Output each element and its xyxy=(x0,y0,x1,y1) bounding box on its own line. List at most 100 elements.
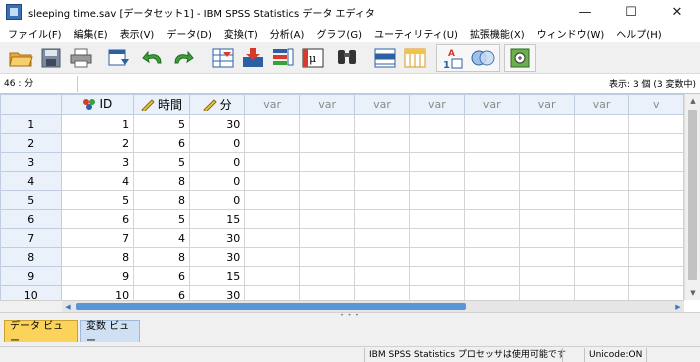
scroll-left-arrow-icon[interactable]: ◀ xyxy=(62,301,74,312)
data-cell[interactable]: 8 xyxy=(133,171,190,191)
data-cell[interactable] xyxy=(628,114,684,134)
data-cell[interactable] xyxy=(408,133,465,153)
data-cell[interactable] xyxy=(518,266,575,286)
data-cell[interactable]: 10 xyxy=(60,285,135,300)
goto-variable-icon[interactable] xyxy=(240,46,266,70)
data-cell[interactable]: 6 xyxy=(60,209,135,229)
data-cell[interactable] xyxy=(573,285,630,300)
menu-window[interactable]: ウィンドウ(W) xyxy=(531,26,611,41)
row-number[interactable]: 6 xyxy=(0,209,62,229)
data-cell[interactable]: 30 xyxy=(188,247,246,267)
maximize-button[interactable]: ☐ xyxy=(608,0,654,24)
data-cell[interactable]: 0 xyxy=(188,190,246,210)
data-cell[interactable] xyxy=(518,114,575,134)
menu-help[interactable]: ヘルプ(H) xyxy=(610,26,667,41)
row-number[interactable]: 8 xyxy=(0,247,62,267)
spell-check-icon[interactable] xyxy=(507,46,533,70)
data-cell[interactable]: 3 xyxy=(60,152,135,172)
data-cell[interactable] xyxy=(354,114,410,134)
column-header-empty[interactable]: var xyxy=(518,94,575,115)
data-cell[interactable] xyxy=(408,190,465,210)
close-button[interactable]: ✕ xyxy=(654,0,700,24)
data-cell[interactable] xyxy=(628,209,684,229)
data-cell[interactable] xyxy=(354,266,410,286)
data-cell[interactable]: 2 xyxy=(60,133,135,153)
data-cell[interactable] xyxy=(244,190,301,210)
menu-extensions[interactable]: 拡張機能(X) xyxy=(464,26,531,41)
column-header-empty[interactable]: var xyxy=(299,94,356,115)
data-cell[interactable] xyxy=(463,247,520,267)
data-cell[interactable] xyxy=(463,266,520,286)
data-cell[interactable] xyxy=(299,285,356,300)
data-cell[interactable] xyxy=(518,228,575,248)
menu-graphs[interactable]: グラフ(G) xyxy=(310,26,368,41)
data-cell[interactable] xyxy=(299,247,356,267)
data-cell[interactable] xyxy=(463,285,520,300)
data-cell[interactable] xyxy=(244,152,301,172)
data-cell[interactable] xyxy=(408,171,465,191)
data-cell[interactable] xyxy=(408,114,465,134)
data-cell[interactable] xyxy=(299,133,356,153)
data-cell[interactable] xyxy=(573,133,630,153)
data-cell[interactable] xyxy=(518,209,575,229)
data-cell[interactable]: 6 xyxy=(133,285,190,300)
data-cell[interactable] xyxy=(518,247,575,267)
menu-file[interactable]: ファイル(F) xyxy=(2,26,68,41)
data-cell[interactable] xyxy=(354,133,410,153)
use-variable-sets-icon[interactable] xyxy=(470,46,496,70)
data-cell[interactable] xyxy=(299,171,356,191)
data-cell[interactable]: 6 xyxy=(133,266,190,286)
data-cell[interactable] xyxy=(628,266,684,286)
vertical-scroll-thumb[interactable] xyxy=(688,110,697,280)
find-icon[interactable] xyxy=(334,46,360,70)
scroll-up-arrow-icon[interactable]: ▲ xyxy=(685,94,700,108)
column-header-empty[interactable]: v xyxy=(628,94,684,115)
data-cell[interactable] xyxy=(518,133,575,153)
scroll-right-arrow-icon[interactable]: ▶ xyxy=(672,301,684,312)
data-cell[interactable]: 8 xyxy=(133,247,190,267)
data-cell[interactable] xyxy=(518,152,575,172)
data-cell[interactable] xyxy=(354,228,410,248)
data-cell[interactable] xyxy=(573,209,630,229)
data-cell[interactable] xyxy=(244,114,301,134)
data-cell[interactable]: 9 xyxy=(60,266,135,286)
data-cell[interactable] xyxy=(573,114,630,134)
redo-icon[interactable] xyxy=(170,46,196,70)
data-cell[interactable] xyxy=(408,266,465,286)
data-cell[interactable] xyxy=(244,228,301,248)
data-cell[interactable] xyxy=(463,152,520,172)
menu-analyze[interactable]: 分析(A) xyxy=(264,26,311,41)
data-cell[interactable] xyxy=(518,285,575,300)
row-number[interactable]: 9 xyxy=(0,266,62,286)
data-cell[interactable] xyxy=(408,247,465,267)
data-cell[interactable]: 7 xyxy=(60,228,135,248)
insert-variable-icon[interactable] xyxy=(402,46,428,70)
row-number[interactable]: 1 xyxy=(0,114,62,134)
data-cell[interactable] xyxy=(463,114,520,134)
data-cell[interactable] xyxy=(628,152,684,172)
data-cell[interactable] xyxy=(299,114,356,134)
data-cell[interactable] xyxy=(299,152,356,172)
data-cell[interactable] xyxy=(244,133,301,153)
data-cell[interactable] xyxy=(518,171,575,191)
data-cell[interactable]: 0 xyxy=(188,133,246,153)
data-cell[interactable] xyxy=(518,190,575,210)
value-labels-icon[interactable]: A1 xyxy=(440,46,466,70)
data-cell[interactable] xyxy=(628,171,684,191)
tab-data-view[interactable]: データ ビュー xyxy=(4,320,78,347)
data-cell[interactable]: 0 xyxy=(188,152,246,172)
data-cell[interactable] xyxy=(244,266,301,286)
data-cell[interactable]: 15 xyxy=(188,266,246,286)
data-cell[interactable]: 8 xyxy=(60,247,135,267)
open-folder-icon[interactable] xyxy=(8,46,34,70)
data-cell[interactable] xyxy=(463,133,520,153)
menu-view[interactable]: 表示(V) xyxy=(114,26,161,41)
tab-variable-view[interactable]: 変数 ビュー xyxy=(80,320,140,347)
horizontal-scrollbar[interactable]: ◀ ▶ xyxy=(62,300,684,312)
column-header-minutes[interactable]: 分 xyxy=(188,94,246,115)
row-number[interactable]: 2 xyxy=(0,133,62,153)
print-icon[interactable] xyxy=(68,46,94,70)
data-cell[interactable] xyxy=(244,247,301,267)
data-cell[interactable] xyxy=(299,228,356,248)
variables-icon[interactable] xyxy=(270,46,296,70)
